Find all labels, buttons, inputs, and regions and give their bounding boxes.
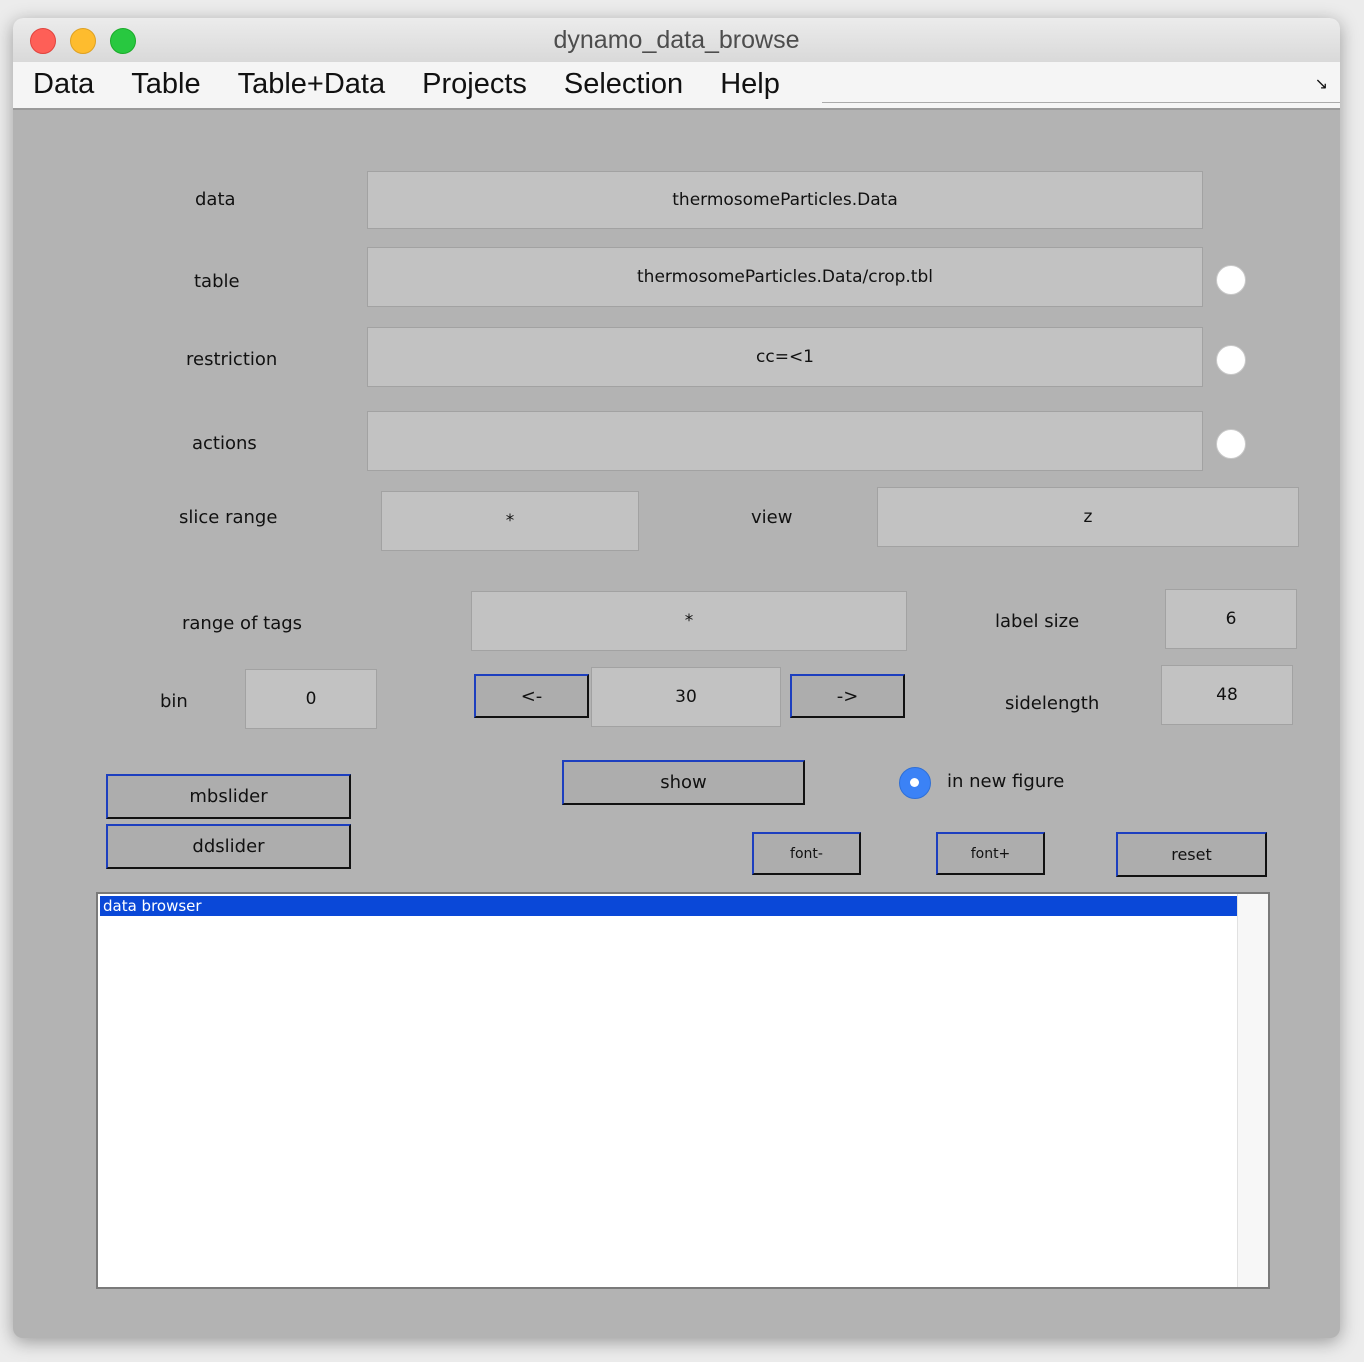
data-browser-listbox[interactable]: data browser	[96, 892, 1270, 1289]
table-field[interactable]: thermosomeParticles.Data/crop.tbl	[367, 247, 1203, 307]
window-title: dynamo_data_browse	[553, 26, 800, 54]
in-new-figure-radio[interactable]	[899, 767, 931, 799]
ddslider-button[interactable]: ddslider	[106, 824, 351, 869]
label-size-field[interactable]: 6	[1165, 589, 1297, 649]
show-button[interactable]: show	[562, 760, 805, 805]
menu-help[interactable]: Help	[720, 66, 780, 102]
menu-divider	[822, 102, 1340, 103]
index-field[interactable]: 30	[591, 667, 781, 727]
data-field[interactable]: thermosomeParticles.Data	[367, 171, 1203, 229]
menu-table-data[interactable]: Table+Data	[238, 66, 386, 102]
table-label: table	[194, 271, 240, 292]
app-window: dynamo_data_browse Data Table Table+Data…	[13, 18, 1340, 1338]
label-size-label: label size	[995, 611, 1080, 632]
actions-radio[interactable]	[1216, 429, 1246, 459]
mbslider-button[interactable]: mbslider	[106, 774, 351, 819]
menu-projects[interactable]: Projects	[422, 66, 527, 102]
in-new-figure-label: in new figure	[947, 771, 1065, 792]
menu-selection[interactable]: Selection	[564, 66, 683, 102]
table-radio[interactable]	[1216, 265, 1246, 295]
actions-field[interactable]	[367, 411, 1203, 471]
listbox-scrollbar[interactable]	[1237, 894, 1268, 1287]
previous-button[interactable]: <-	[474, 674, 589, 718]
slice-range-label: slice range	[179, 507, 278, 528]
restriction-label: restriction	[186, 349, 278, 370]
actions-label: actions	[192, 433, 257, 454]
data-label: data	[195, 189, 236, 210]
menu-table[interactable]: Table	[131, 66, 200, 102]
reset-button[interactable]: reset	[1116, 832, 1267, 877]
menu-bar: Data Table Table+Data Projects Selection…	[13, 62, 1340, 110]
sidelength-label: sidelength	[1005, 693, 1100, 714]
restriction-radio[interactable]	[1216, 345, 1246, 375]
resize-corner-icon[interactable]: ↘	[1315, 74, 1328, 93]
bin-field[interactable]: 0	[245, 669, 377, 729]
menu-data[interactable]: Data	[33, 66, 94, 102]
bin-label: bin	[160, 691, 188, 712]
sidelength-field[interactable]: 48	[1161, 665, 1293, 725]
view-field[interactable]: z	[877, 487, 1299, 547]
next-button[interactable]: ->	[790, 674, 905, 718]
font-decrease-button[interactable]: font-	[752, 832, 861, 875]
range-of-tags-label: range of tags	[182, 613, 303, 634]
list-item[interactable]: data browser	[100, 896, 1238, 916]
view-label: view	[751, 507, 793, 528]
range-of-tags-field[interactable]: *	[471, 591, 907, 651]
restriction-field[interactable]: cc=<1	[367, 327, 1203, 387]
title-bar: dynamo_data_browse	[13, 18, 1340, 63]
slice-range-field[interactable]: *	[381, 491, 639, 551]
font-increase-button[interactable]: font+	[936, 832, 1045, 875]
